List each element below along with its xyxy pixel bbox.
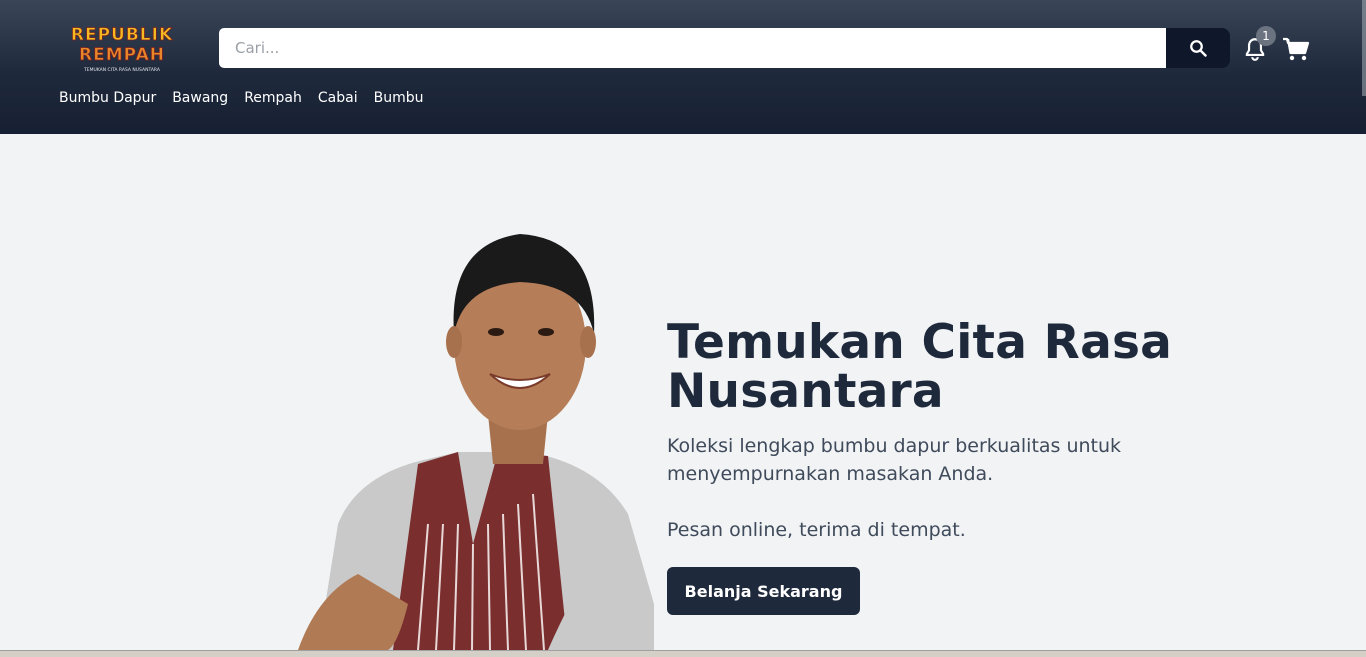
page-scrollbar[interactable] bbox=[1362, 0, 1366, 96]
nav-item-bumbu[interactable]: Bumbu bbox=[374, 90, 424, 106]
search-button[interactable] bbox=[1166, 28, 1230, 68]
republik-rempah-logo[interactable]: REPUBLIK REMPAH TEMUKAN CITA RASA NUSANT… bbox=[58, 22, 186, 74]
notification-badge: 1 bbox=[1256, 26, 1276, 46]
search-bar bbox=[219, 28, 1230, 68]
hero-chef-image bbox=[298, 234, 654, 650]
hero-description: Koleksi lengkap bumbu dapur berkualitas … bbox=[667, 435, 1122, 485]
nav-item-bumbu-dapur[interactable]: Bumbu Dapur bbox=[59, 90, 156, 106]
category-nav: Bumbu Dapur Bawang Rempah Cabai Bumbu bbox=[59, 90, 423, 106]
cart-icon[interactable] bbox=[1282, 36, 1310, 62]
site-header: REPUBLIK REMPAH TEMUKAN CITA RASA NUSANT… bbox=[0, 0, 1366, 134]
bottom-toolbar bbox=[0, 650, 1366, 657]
svg-text:REPUBLIK: REPUBLIK bbox=[71, 25, 173, 45]
svg-text:REMPAH: REMPAH bbox=[79, 45, 165, 65]
shop-now-button[interactable]: Belanja Sekarang bbox=[667, 567, 860, 615]
search-input[interactable] bbox=[219, 28, 1166, 68]
hero-subtext: Pesan online, terima di tempat. bbox=[667, 519, 966, 541]
search-icon bbox=[1190, 40, 1207, 57]
nav-item-rempah[interactable]: Rempah bbox=[244, 90, 302, 106]
svg-text:TEMUKAN CITA RASA NUSANTARA: TEMUKAN CITA RASA NUSANTARA bbox=[83, 67, 161, 73]
nav-item-bawang[interactable]: Bawang bbox=[172, 90, 228, 106]
hero-title: Temukan Cita Rasa Nusantara bbox=[667, 315, 1173, 419]
nav-item-cabai[interactable]: Cabai bbox=[318, 90, 358, 106]
